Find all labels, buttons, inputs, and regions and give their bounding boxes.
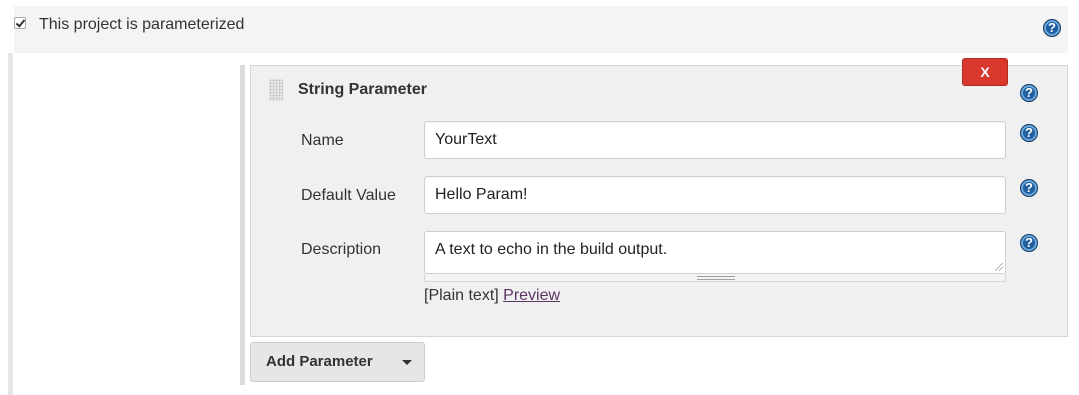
add-parameter-button[interactable]: Add Parameter — [250, 342, 425, 382]
help-icon[interactable]: ? — [1043, 19, 1061, 37]
description-text: A text to echo in the build output. — [435, 241, 668, 258]
help-icon[interactable]: ? — [1020, 84, 1038, 102]
description-textarea[interactable]: A text to echo in the build output. — [424, 231, 1006, 274]
resize-grip-icon[interactable] — [995, 263, 1003, 271]
delete-parameter-button[interactable]: X — [962, 58, 1008, 86]
default-value-label: Default Value — [301, 187, 396, 204]
parameter-title: String Parameter — [298, 81, 427, 98]
name-input[interactable]: YourText — [424, 121, 1006, 159]
help-icon[interactable]: ? — [1020, 234, 1038, 252]
help-icon[interactable]: ? — [1020, 179, 1038, 197]
caret-down-icon — [402, 360, 412, 365]
parameter-rail — [240, 65, 245, 385]
section-rail — [8, 53, 13, 395]
add-parameter-label: Add Parameter — [266, 353, 373, 370]
drag-handle-icon[interactable] — [269, 79, 283, 101]
parameterized-label: This project is parameterized — [39, 16, 245, 33]
plain-text-label: [Plain text] — [424, 287, 499, 304]
textarea-expand-handle[interactable] — [424, 274, 1006, 282]
help-icon[interactable]: ? — [1020, 124, 1038, 142]
preview-link[interactable]: Preview — [503, 287, 560, 304]
name-label: Name — [301, 132, 344, 149]
description-label: Description — [301, 241, 382, 258]
default-value-input[interactable]: Hello Param! — [424, 176, 1006, 214]
parameterized-checkbox[interactable] — [14, 17, 26, 29]
markup-format-row: [Plain text] Preview — [424, 287, 560, 305]
